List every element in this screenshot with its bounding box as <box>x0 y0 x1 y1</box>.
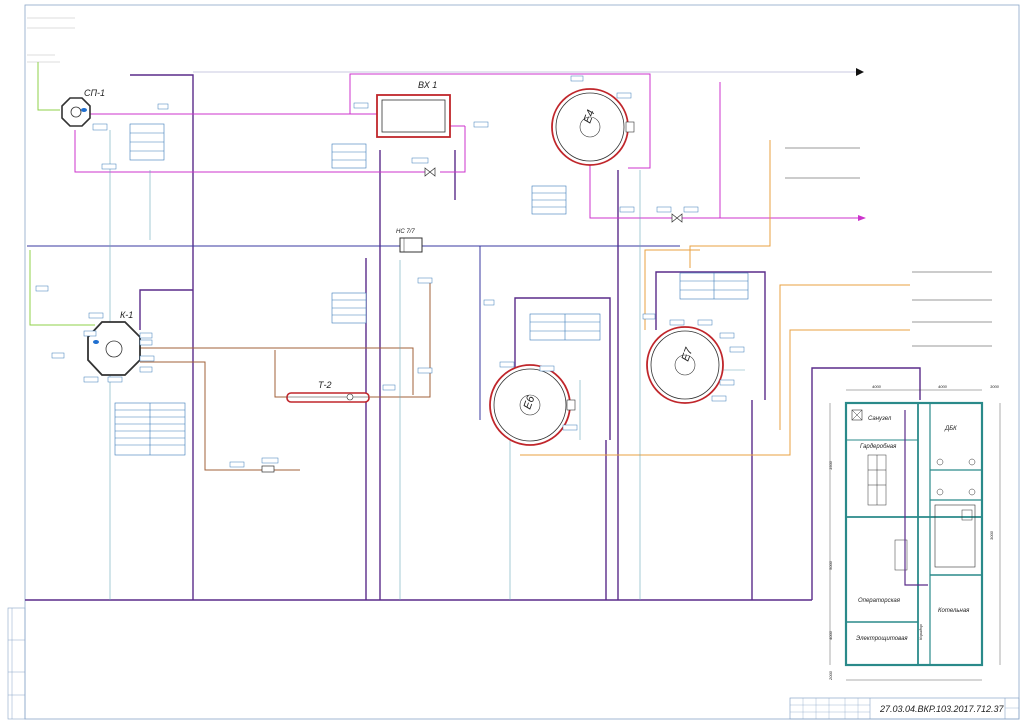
dim-left-1: 1500 <box>828 460 833 470</box>
process-diagram-sheet: СП-1 ВХ 1 Е4 К-1 Т-2 НС 7/7 Е6 Е7 4000 4… <box>7 4 1020 720</box>
dim-top-2: 4000 <box>938 384 948 389</box>
dim-top-3: 3000 <box>990 384 1000 389</box>
dim-right: 3000 <box>989 530 994 540</box>
dim-left-3: 4000 <box>828 630 833 640</box>
dim-left-2: 5000 <box>828 560 833 570</box>
vx1-label: ВХ 1 <box>418 80 437 90</box>
separator-sp1[interactable]: СП-1 <box>61 88 105 127</box>
pump-ns77[interactable]: НС 7/7 <box>396 229 423 253</box>
room-boiler: Котельная <box>938 608 970 614</box>
k1-label: К-1 <box>120 310 133 320</box>
tank-e4[interactable]: Е4 <box>551 88 635 166</box>
sp1-label: СП-1 <box>84 88 105 98</box>
heater-t2[interactable]: Т-2 <box>286 380 370 403</box>
binding-strip <box>7 607 26 720</box>
room-dbk: ДБК <box>944 426 957 432</box>
dim-top-1: 4000 <box>872 384 882 389</box>
title-code: 27.03.04.ВКР.103.2017.712.37 <box>879 704 1005 714</box>
dim-left-4: 2000 <box>828 670 833 681</box>
room-operator: Операторская <box>858 598 901 604</box>
boiler-k1[interactable]: К-1 <box>87 310 141 376</box>
room-electro: Электрощитовая <box>856 636 908 642</box>
t2-label: Т-2 <box>318 380 332 390</box>
instrument-tables <box>114 123 749 456</box>
valves <box>261 167 683 473</box>
tank-e7[interactable]: Е7 <box>646 326 724 404</box>
right-notes <box>785 147 992 347</box>
flow-arrows <box>856 68 866 221</box>
heat-exchanger-vx1[interactable]: ВХ 1 <box>376 80 451 138</box>
room-corridor: Коридор <box>918 624 923 640</box>
room-san: Санузел <box>868 416 892 422</box>
top-left-notes <box>27 17 75 63</box>
floor-plan: 4000 4000 3000 1500 5000 4000 2000 3000 … <box>828 384 1001 681</box>
room-garderobe: Гардеробная <box>860 444 897 450</box>
title-block: 27.03.04.ВКР.103.2017.712.37 <box>789 697 1020 720</box>
ns-label: НС 7/7 <box>396 229 415 235</box>
tank-e6[interactable]: Е6 <box>489 364 576 446</box>
